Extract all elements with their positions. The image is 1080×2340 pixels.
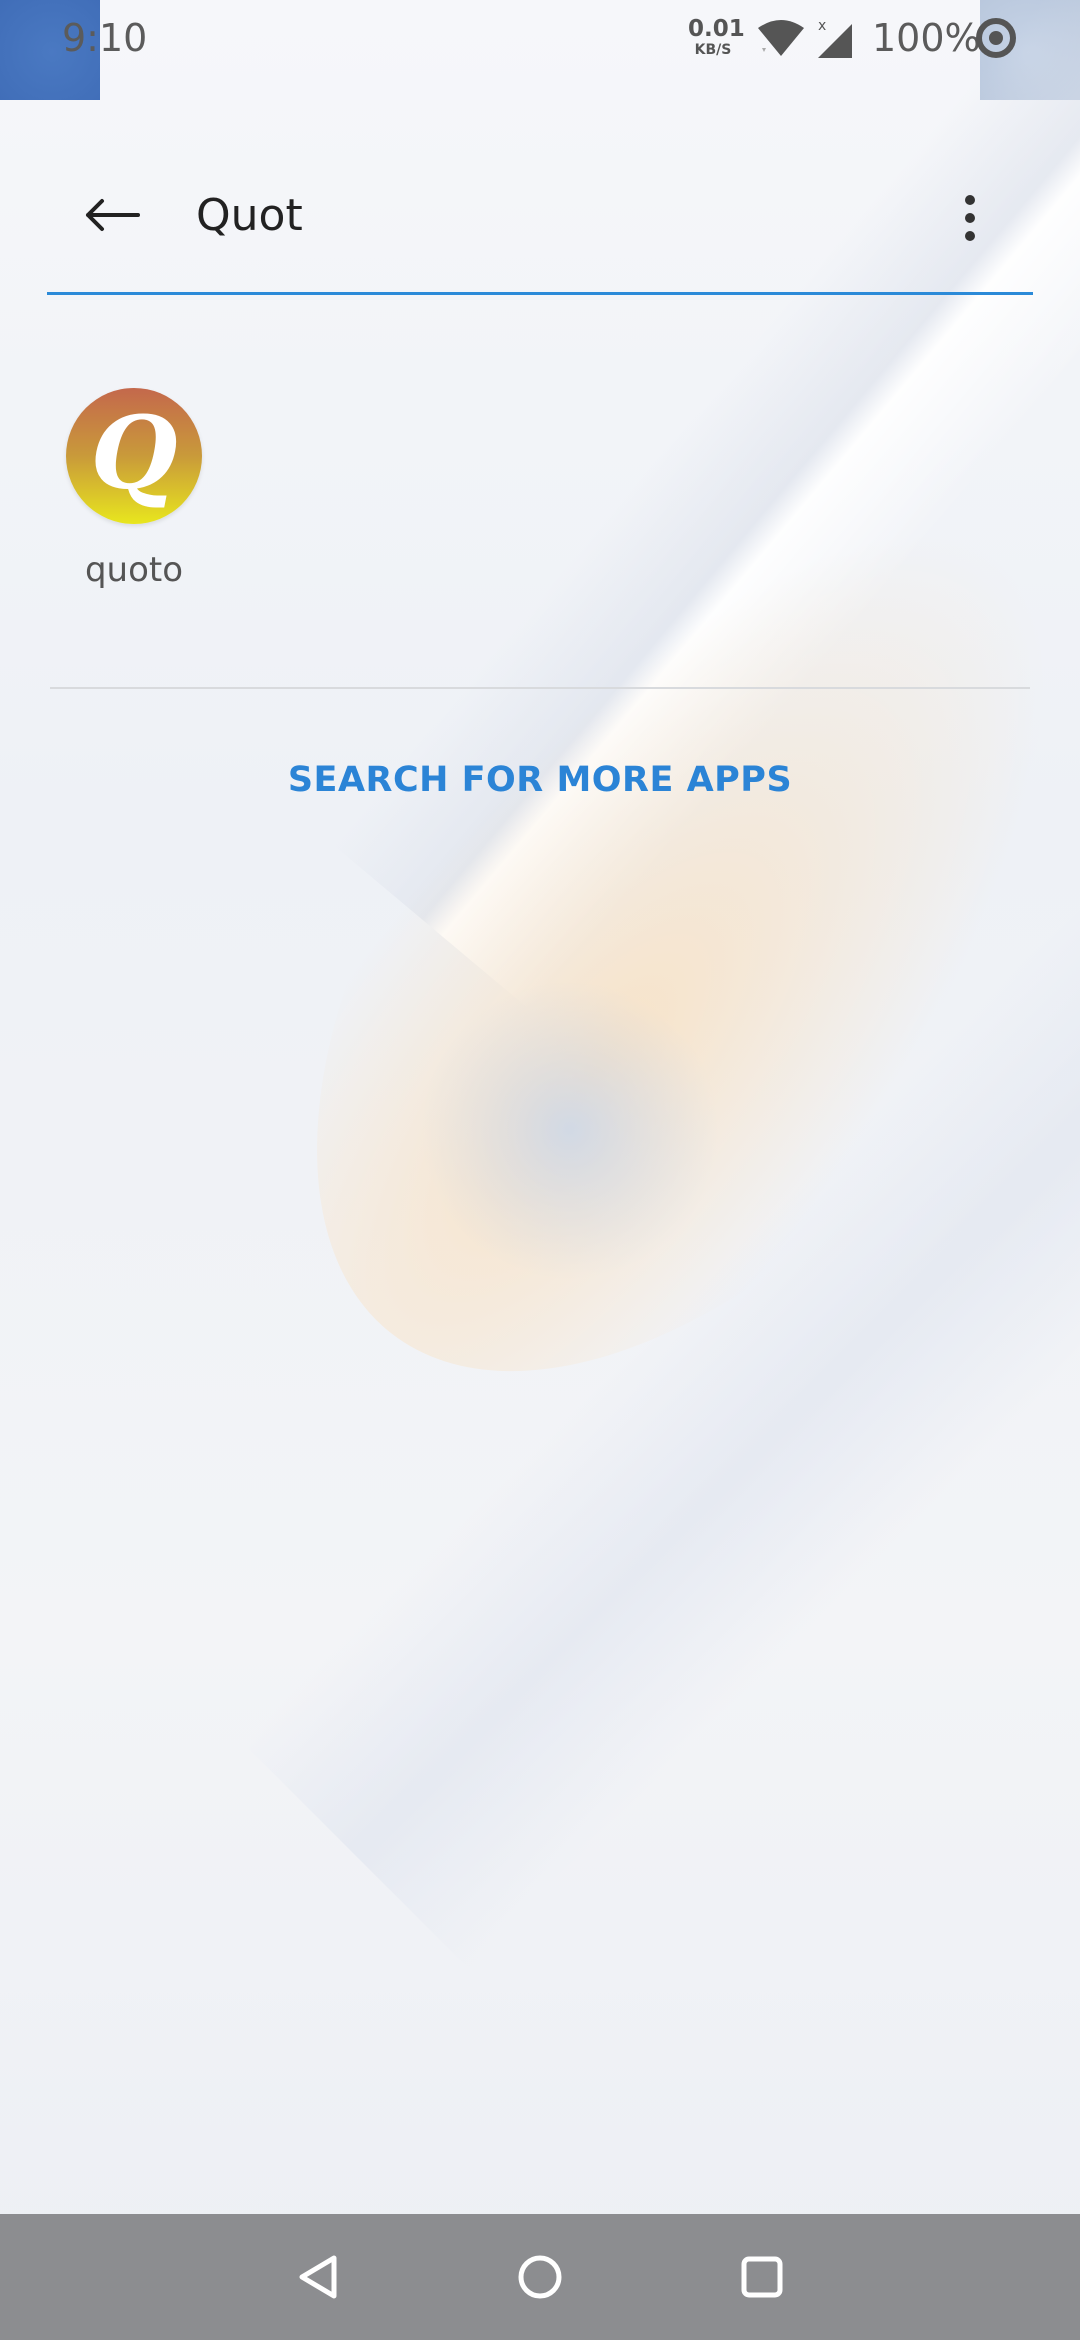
arrow-back-icon — [86, 199, 140, 231]
app-result-quoto[interactable]: Q quoto — [52, 388, 216, 608]
network-speed-unit: KB/S — [694, 42, 732, 58]
nav-home-icon — [518, 2255, 562, 2299]
wallpaper — [0, 0, 1080, 2340]
nav-recents-icon — [741, 2256, 783, 2298]
network-speed-value: 0.01 — [688, 16, 745, 42]
battery-percent: 100% — [872, 16, 981, 60]
status-time: 9:10 — [62, 16, 148, 60]
wallpaper-swoosh — [420, 980, 720, 1280]
more-options-button[interactable] — [940, 178, 1000, 258]
quoto-app-icon: Q — [66, 388, 202, 524]
wifi-icon — [756, 18, 806, 62]
svg-text:x: x — [818, 18, 826, 34]
more-vert-icon — [965, 195, 975, 241]
nav-back-button[interactable] — [286, 2244, 352, 2310]
search-underline — [47, 292, 1033, 295]
search-input[interactable]: Quot — [196, 184, 896, 248]
nav-back-icon — [299, 2255, 337, 2299]
app-icon-letter: Q — [90, 394, 178, 512]
network-speed: 0.01 KB/S — [688, 16, 745, 58]
nav-home-button[interactable] — [507, 2244, 573, 2310]
search-more-apps-button[interactable]: SEARCH FOR MORE APPS — [0, 760, 1080, 800]
back-button[interactable] — [72, 180, 152, 250]
signal-no-data-icon: x — [816, 16, 856, 64]
divider — [50, 687, 1030, 689]
battery-ring-icon — [974, 16, 1018, 64]
nav-recents-button[interactable] — [729, 2244, 795, 2310]
navigation-bar — [0, 2214, 1080, 2340]
app-label: quoto — [84, 550, 184, 590]
status-bar: 9:10 0.01 KB/S x 100% — [0, 0, 1080, 80]
